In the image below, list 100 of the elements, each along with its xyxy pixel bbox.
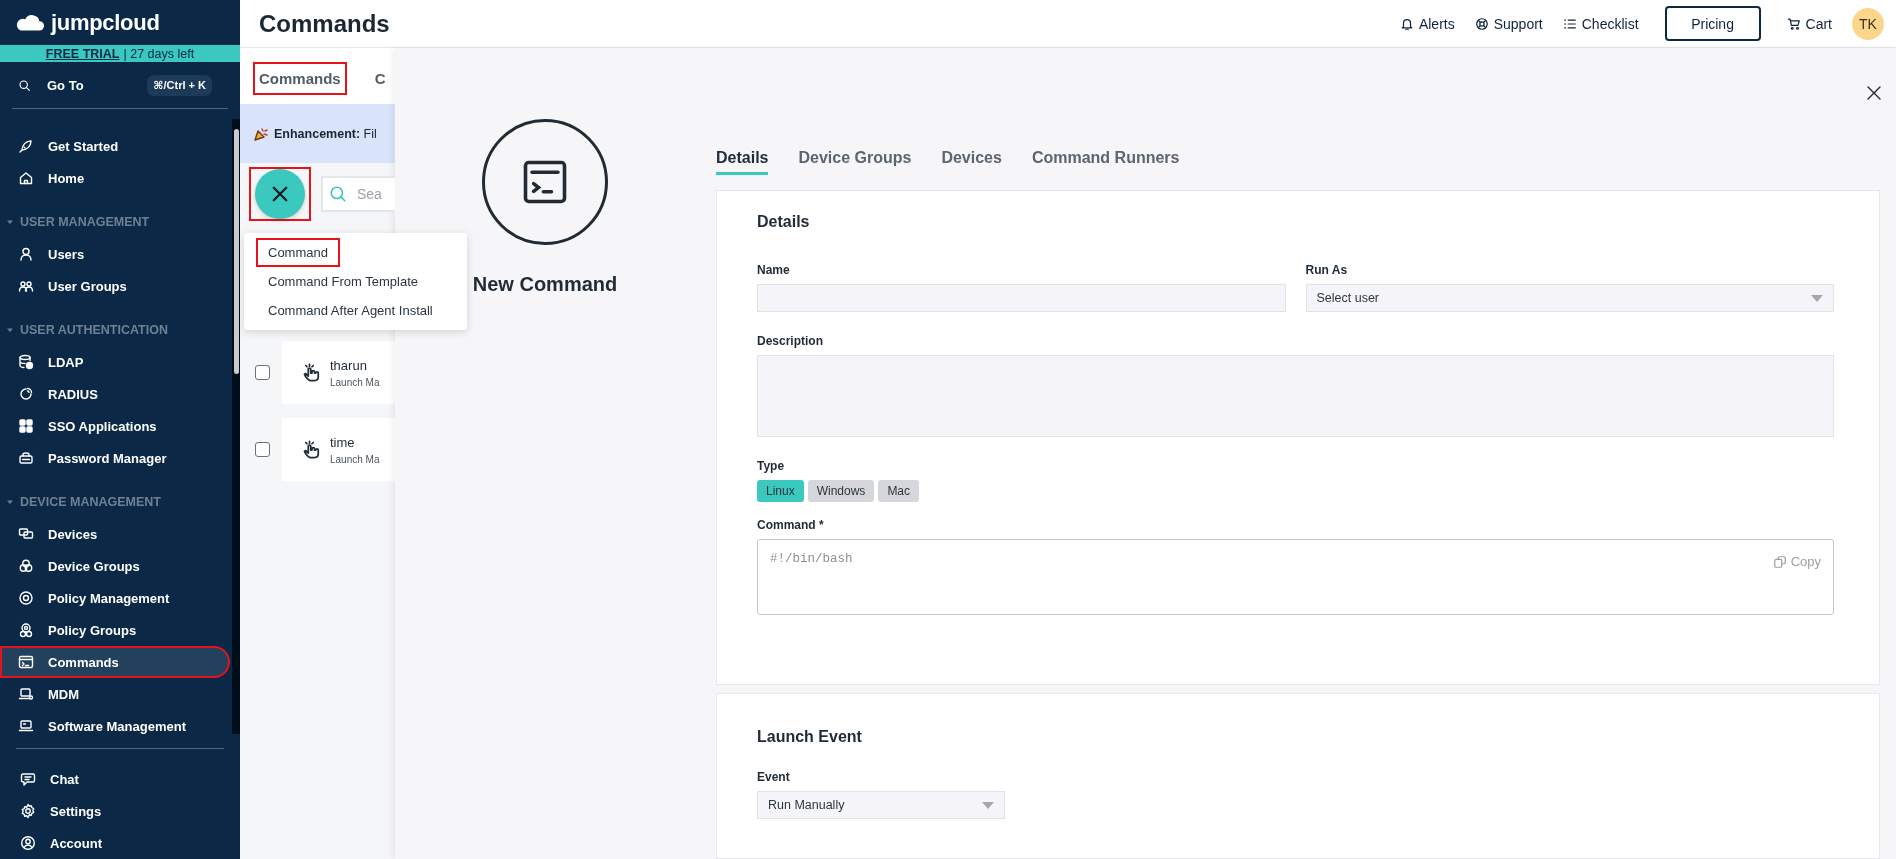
user-avatar[interactable]: TK xyxy=(1852,7,1884,40)
tab[interactable]: Command Runners xyxy=(1031,149,1180,175)
hand-pointer-icon xyxy=(302,362,322,383)
dropdown-caret-icon xyxy=(1811,294,1823,302)
command-card[interactable]: time Launch Ma xyxy=(282,418,395,481)
field-label: Type xyxy=(757,459,786,473)
field-label: Event xyxy=(757,770,791,784)
hand-pointer-icon xyxy=(302,439,322,460)
chat-icon xyxy=(20,771,36,787)
sidebar-item[interactable]: Commands xyxy=(0,646,230,678)
trial-days-text: | 27 days left xyxy=(123,46,195,61)
type-toggle[interactable]: Linux xyxy=(757,480,804,502)
header-link[interactable]: Alerts xyxy=(1399,15,1455,32)
copy-icon xyxy=(1772,554,1787,569)
menu-item[interactable]: Command After Agent Install xyxy=(256,296,445,325)
free-trial-link[interactable]: FREE TRIAL xyxy=(45,46,120,61)
close-icon xyxy=(1866,85,1882,101)
section-header[interactable]: USER AUTHENTICATION xyxy=(0,314,232,346)
sidebar-item[interactable]: Get Started xyxy=(0,130,230,162)
pricing-button[interactable]: Pricing xyxy=(1664,6,1761,41)
sidebar-item[interactable]: Policy Management xyxy=(0,582,230,614)
drawer-title: New Command xyxy=(472,273,618,296)
sidebar-item[interactable]: Device Groups xyxy=(0,550,230,582)
checkbox[interactable] xyxy=(255,365,270,380)
sidebar-item[interactable]: Chat xyxy=(0,763,238,795)
lifebuoy-icon xyxy=(1474,16,1489,31)
checklist-icon xyxy=(1562,16,1577,31)
type-toggle[interactable]: Windows xyxy=(807,480,875,502)
app-grid-icon xyxy=(18,418,34,434)
shortcut-badge: ⌘/Ctrl + K xyxy=(147,74,212,96)
caret-icon xyxy=(6,218,14,226)
device-group-icon xyxy=(18,558,34,574)
menu-item[interactable]: Command From Template xyxy=(256,267,431,296)
sidebar-item[interactable]: User Groups xyxy=(0,270,230,302)
logo-text: jumpcloud xyxy=(51,9,160,36)
sidebar-item[interactable]: RADIUS xyxy=(0,378,230,410)
caret-icon xyxy=(6,326,14,334)
menu-item[interactable]: Command xyxy=(256,238,340,267)
laptop-icon xyxy=(18,718,34,734)
home-icon xyxy=(18,170,34,186)
field-label: Command * xyxy=(757,518,825,532)
field-label: Run As xyxy=(1305,263,1349,277)
page-title: Commands xyxy=(259,9,391,38)
header-link[interactable]: Support xyxy=(1474,15,1543,32)
name-input[interactable] xyxy=(757,284,1286,312)
tab[interactable]: Details xyxy=(716,149,769,175)
tab[interactable]: Devices xyxy=(941,149,1002,175)
command-trigger: Launch Ma xyxy=(330,453,380,465)
bell-icon xyxy=(1399,16,1414,31)
tab[interactable]: C xyxy=(368,61,392,95)
add-button[interactable] xyxy=(255,169,305,219)
settings-icon xyxy=(20,803,36,819)
sidebar-item[interactable]: Password Manager xyxy=(0,442,230,474)
cart-link[interactable]: Cart xyxy=(1786,15,1832,32)
policy-icon xyxy=(18,590,34,606)
sidebar-item[interactable]: SSO Applications xyxy=(0,410,230,442)
command-icon xyxy=(482,119,608,245)
event-dropdown[interactable]: Run Manually xyxy=(757,791,1005,819)
section-heading: Details xyxy=(757,213,811,231)
search-field[interactable]: Sea xyxy=(321,176,395,212)
run-as-dropdown[interactable]: Select user xyxy=(1305,284,1834,312)
sidebar-item[interactable]: MDM xyxy=(0,678,230,710)
dropdown-caret-icon xyxy=(982,801,994,809)
type-toggle[interactable]: Mac xyxy=(878,480,920,502)
sidebar-item[interactable]: Software Management xyxy=(0,710,230,734)
section-header[interactable]: USER MANAGEMENT xyxy=(0,206,232,238)
user-icon xyxy=(18,246,34,262)
command-card[interactable]: tharun Launch Ma xyxy=(282,341,395,404)
sidebar-item[interactable]: Users xyxy=(0,238,230,270)
sidebar-item[interactable]: Policy Groups xyxy=(0,614,230,646)
tab[interactable]: Device Groups xyxy=(798,149,912,175)
devices-icon xyxy=(18,526,34,542)
scrollbar[interactable] xyxy=(232,119,240,734)
field-label: Name xyxy=(757,263,791,277)
header-link[interactable]: Checklist xyxy=(1562,15,1639,32)
command-name: tharun xyxy=(330,357,368,373)
policy-group-icon xyxy=(18,622,34,638)
cart-icon xyxy=(1786,16,1801,31)
sidebar-item[interactable]: Home xyxy=(0,162,230,194)
laptop-icon xyxy=(18,686,34,702)
field-label: Description xyxy=(757,334,824,348)
database-clock-icon xyxy=(18,354,34,370)
search-icon xyxy=(18,78,31,92)
sidebar-item[interactable]: Devices xyxy=(0,518,230,550)
section-header[interactable]: DEVICE MANAGEMENT xyxy=(0,486,232,518)
checkbox[interactable] xyxy=(255,442,270,457)
sidebar-item[interactable]: Account xyxy=(0,827,238,859)
go-to-label[interactable]: Go To xyxy=(47,77,84,93)
section-heading: Launch Event xyxy=(757,728,863,746)
command-name: time xyxy=(330,434,356,450)
sidebar-item[interactable]: LDAP xyxy=(0,346,230,378)
command-trigger: Launch Ma xyxy=(330,376,380,388)
close-icon xyxy=(270,184,290,204)
password-manager-icon xyxy=(18,450,34,466)
caret-icon xyxy=(6,498,14,506)
account-icon xyxy=(20,835,36,851)
tab[interactable]: Commands xyxy=(253,61,347,95)
terminal-icon xyxy=(18,654,34,670)
sidebar-item[interactable]: Settings xyxy=(0,795,238,827)
enhancement-banner-text: Enhancement: Fil xyxy=(274,126,377,141)
